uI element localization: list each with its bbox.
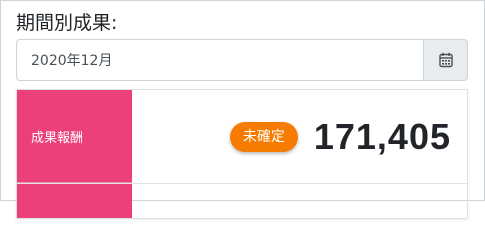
results-table: 成果報酬 未確定 171,405 [16,89,468,219]
period-label: 期間別成果: [16,12,118,34]
period-input[interactable] [16,39,423,81]
period-picker [16,39,468,81]
calendar-icon [438,52,453,68]
row-header: 成果報酬 [17,90,132,183]
table-row: 成果報酬 未確定 171,405 [17,90,467,184]
amount-value: 171,405 [313,115,451,157]
row-value-cell [132,184,467,218]
calendar-button[interactable] [423,39,468,81]
panel: 期間別成果: 成果報酬 [0,0,485,219]
status-badge: 未確定 [229,121,298,152]
row-header [17,184,132,218]
table-row [17,184,467,218]
row-value-cell: 未確定 171,405 [132,90,467,183]
